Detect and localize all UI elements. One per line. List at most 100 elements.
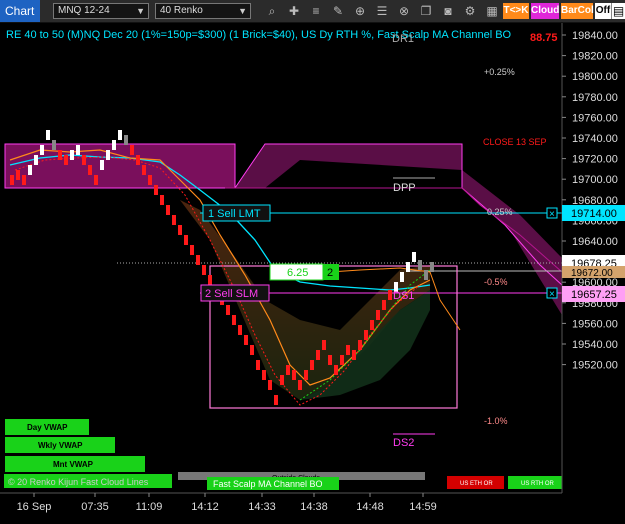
renko-brick — [352, 350, 356, 360]
time-tick-label: 11:09 — [136, 501, 163, 513]
app-title[interactable]: Chart — [0, 0, 40, 22]
current-price: 19672.00 — [571, 268, 613, 279]
time-tick-label: 14:33 — [248, 501, 276, 513]
renko-brick — [142, 165, 146, 175]
mnt-vwap-label: Mnt VWAP — [53, 460, 94, 469]
renko-brick — [364, 330, 368, 340]
renko-brick — [346, 345, 350, 355]
renko-brick — [34, 155, 38, 165]
off-toggle-button[interactable]: Off — [595, 3, 611, 19]
share-icon[interactable]: ▤ — [611, 3, 625, 19]
renko-brick — [22, 175, 26, 185]
renko-brick — [400, 272, 404, 282]
close-icon[interactable]: × — [549, 209, 555, 220]
renko-brick — [124, 135, 128, 145]
time-tick-label: 14:38 — [300, 501, 328, 513]
strategy-label: Fast Scalp MA Channel BO — [213, 479, 323, 489]
time-tick-label: 16 Sep — [17, 501, 52, 513]
ds1-label: DS1 — [393, 290, 414, 302]
renko-brick — [340, 355, 344, 365]
renko-brick — [202, 265, 206, 275]
renko-brick — [184, 235, 188, 245]
chart-area[interactable]: RE 40 to 50 (M)NQ Dec 20 (1%=150p=$300) … — [0, 23, 625, 519]
renko-brick — [412, 252, 416, 262]
strategy-icon[interactable]: ⚙ — [462, 3, 478, 19]
copyright-text: © 20 Renko Kijun Fast Cloud Lines — [8, 477, 149, 487]
renko-brick — [376, 310, 380, 320]
barcol-toggle-button[interactable]: BarCol — [561, 3, 594, 19]
us-rth-or-label: US RTH OR — [521, 481, 555, 487]
copy-icon[interactable]: ❐ — [418, 3, 434, 19]
renko-brick — [370, 320, 374, 330]
renko-brick — [118, 130, 122, 140]
renko-brick — [298, 380, 302, 390]
header-right-value: 88.75 — [530, 32, 558, 44]
renko-brick — [178, 225, 182, 235]
renko-brick — [304, 370, 308, 380]
instrument-selector[interactable]: MNQ 12-24 ▼ — [53, 3, 149, 19]
renko-brick — [322, 340, 326, 350]
camera-icon[interactable]: ◙ — [440, 3, 456, 19]
renko-brick — [424, 270, 428, 280]
zoom-icon[interactable]: ⊕ — [352, 3, 368, 19]
layout-icon[interactable]: ▦ — [484, 3, 500, 19]
renko-brick — [208, 275, 212, 285]
ds2-label: DS2 — [393, 437, 414, 449]
renko-brick — [274, 395, 278, 405]
renko-brick — [46, 130, 50, 140]
toolbar: Chart MNQ 12-24 ▼ 40 Renko ▼ ⌕ ✚ ≡ ✎ ⊕ ☰… — [0, 0, 625, 23]
renko-brick — [172, 215, 176, 225]
renko-brick — [232, 315, 236, 325]
sell-lmt-price: 19714.00 — [571, 208, 617, 220]
renko-brick — [136, 155, 140, 165]
magnify-icon[interactable]: ⌕ — [264, 3, 280, 19]
renko-brick — [82, 155, 86, 165]
chart-header: RE 40 to 50 (M)NQ Dec 20 (1%=150p=$300) … — [6, 29, 512, 41]
crosshair-icon[interactable]: ✚ — [286, 3, 302, 19]
price-tick-label: 19840.00 — [572, 30, 618, 42]
bars-icon[interactable]: ≡ — [308, 3, 324, 19]
close-icon[interactable]: × — [549, 289, 555, 300]
renko-brick — [16, 170, 20, 180]
renko-brick — [58, 150, 62, 160]
interval-selector[interactable]: 40 Renko ▼ — [155, 3, 251, 19]
instrument-label: MNQ 12-24 — [58, 5, 110, 16]
renko-brick — [106, 150, 110, 160]
renko-brick — [190, 245, 194, 255]
position-qty-value: 2 — [327, 267, 333, 279]
properties-icon[interactable]: ☰ — [374, 3, 390, 19]
renko-brick — [238, 325, 242, 335]
sell-slm-price: 19657.25 — [571, 289, 617, 301]
pct-plus-025-label: +0.25% — [484, 67, 515, 77]
price-tick-label: 19720.00 — [572, 154, 618, 166]
pin-icon[interactable]: ⊗ — [396, 3, 412, 19]
renko-brick — [160, 195, 164, 205]
renko-brick — [418, 260, 422, 270]
time-tick-label: 14:12 — [191, 501, 219, 513]
renko-brick — [358, 340, 362, 350]
price-tick-label: 19780.00 — [572, 92, 618, 104]
renko-brick — [388, 290, 392, 300]
price-tick-label: 19540.00 — [572, 339, 618, 351]
cloud-toggle-button[interactable]: Cloud — [531, 3, 559, 19]
renko-brick — [40, 145, 44, 155]
edit-icon[interactable]: ✎ — [330, 3, 346, 19]
renko-brick — [10, 175, 14, 185]
renko-brick — [112, 140, 116, 150]
pct-neg-1-label: -1.0% — [484, 416, 508, 426]
wkly-vwap-label: Wkly VWAP — [38, 441, 83, 450]
renko-brick — [292, 370, 296, 380]
renko-brick — [52, 140, 56, 150]
close-13-sep-label: CLOSE 13 SEP — [483, 137, 547, 147]
renko-brick — [430, 262, 434, 272]
renko-brick — [148, 175, 152, 185]
price-tick-label: 19640.00 — [572, 236, 618, 248]
renko-brick — [70, 150, 74, 160]
dr1-label: DR1 — [392, 33, 414, 45]
renko-brick — [64, 155, 68, 165]
price-chart[interactable]: RE 40 to 50 (M)NQ Dec 20 (1%=150p=$300) … — [0, 23, 625, 519]
renko-brick — [406, 262, 410, 272]
pct-025-label: 0.25% — [487, 207, 513, 217]
tk-toggle-button[interactable]: T<>K — [503, 3, 529, 19]
time-tick-label: 14:59 — [409, 501, 437, 513]
